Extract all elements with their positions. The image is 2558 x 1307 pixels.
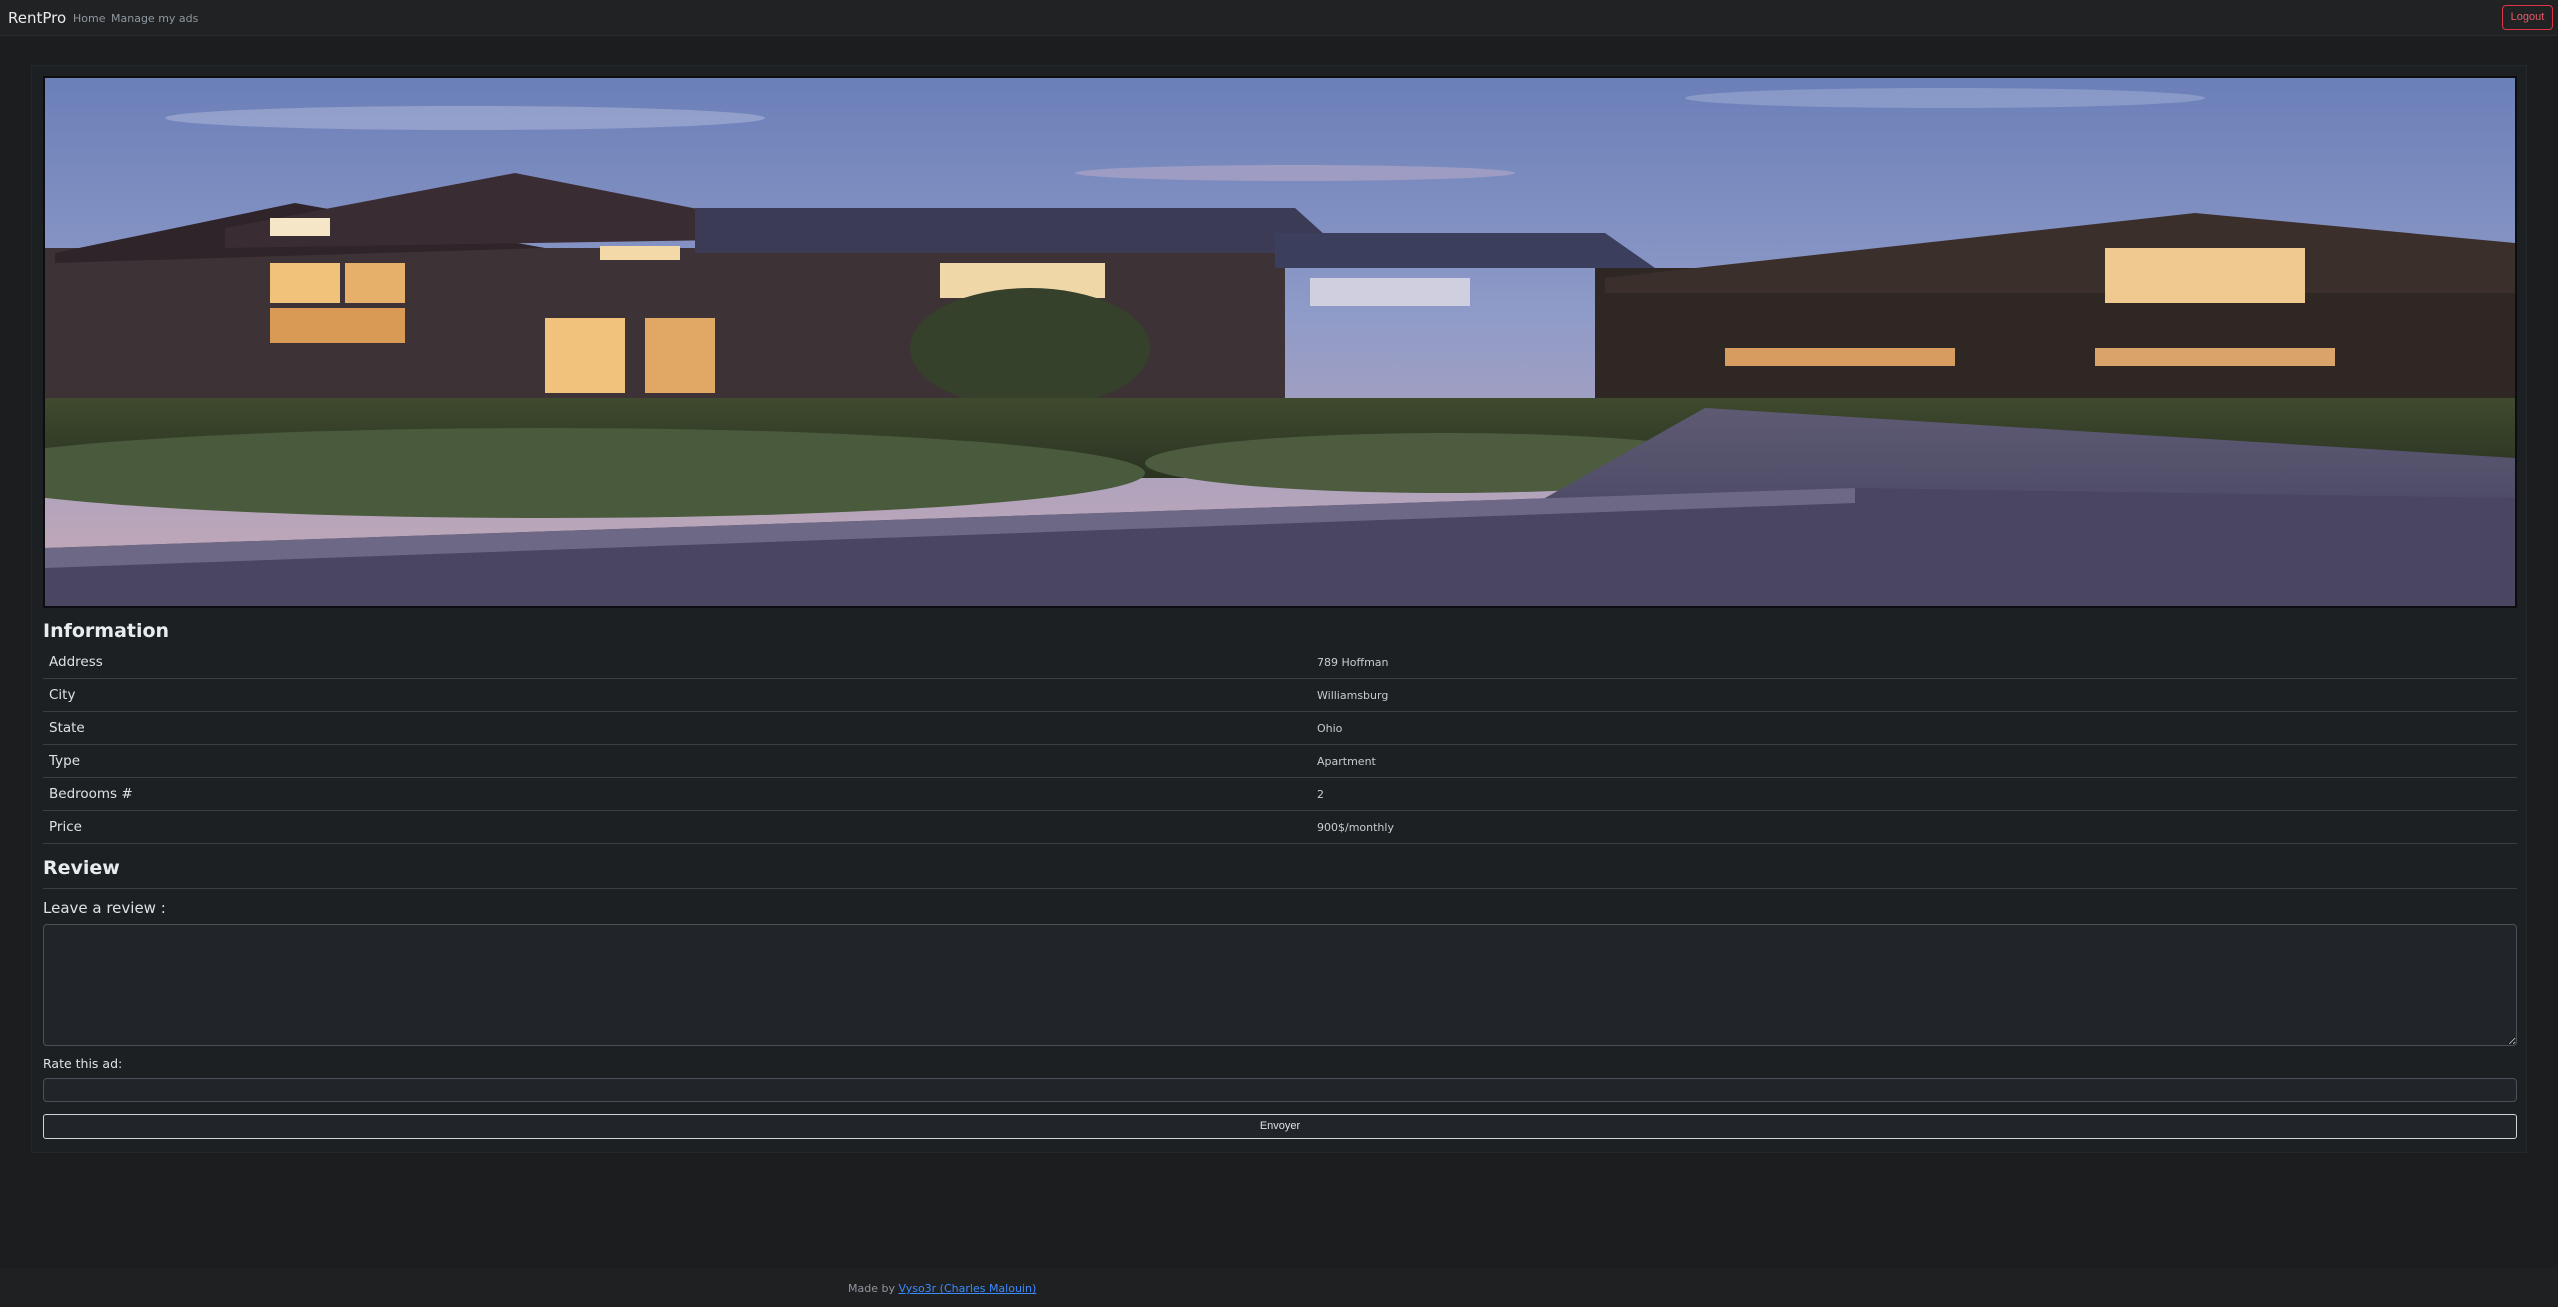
property-image: [43, 76, 2517, 608]
info-label: State: [49, 720, 85, 736]
info-label: Address: [49, 654, 103, 670]
info-value: Apartment: [1317, 755, 1376, 768]
info-row-type: Type Apartment: [43, 745, 2517, 778]
info-value: Williamsburg: [1317, 689, 1389, 702]
logout-button[interactable]: Logout: [2502, 5, 2553, 30]
information-heading: Information: [43, 620, 170, 642]
information-table: Address 789 Hoffman City Williamsburg St…: [43, 646, 2517, 844]
info-label: Price: [49, 819, 82, 835]
submit-review-button[interactable]: Envoyer: [43, 1114, 2517, 1139]
info-label: City: [49, 687, 76, 703]
info-label: Bedrooms #: [49, 786, 133, 802]
rate-label: Rate this ad:: [43, 1056, 123, 1071]
review-heading: Review: [43, 857, 120, 879]
footer: Made by Vyso3r (Charles Malouin): [0, 1268, 2558, 1307]
info-row-city: City Williamsburg: [43, 679, 2517, 712]
info-value: Ohio: [1317, 722, 1343, 735]
leave-review-label: Leave a review :: [43, 899, 166, 917]
brand-logo[interactable]: RentPro: [8, 9, 66, 27]
navbar: RentPro Home Manage my ads Logout: [0, 0, 2558, 36]
info-row-address: Address 789 Hoffman: [43, 646, 2517, 679]
footer-text: Made by Vyso3r (Charles Malouin): [848, 1282, 1036, 1295]
info-value: 789 Hoffman: [1317, 656, 1389, 669]
info-row-bedrooms: Bedrooms # 2: [43, 778, 2517, 811]
footer-prefix: Made by: [848, 1282, 899, 1295]
house-illustration: [45, 78, 2515, 606]
review-textarea[interactable]: [43, 924, 2517, 1046]
nav-manage-ads-link[interactable]: Manage my ads: [111, 12, 198, 25]
info-row-price: Price 900$/monthly: [43, 811, 2517, 844]
info-value: 2: [1317, 788, 1324, 801]
rating-input[interactable]: [43, 1078, 2517, 1102]
info-label: Type: [49, 753, 81, 769]
info-row-state: State Ohio: [43, 712, 2517, 745]
nav-home-link[interactable]: Home: [73, 12, 105, 25]
review-divider: [43, 888, 2517, 889]
info-value: 900$/monthly: [1317, 821, 1394, 834]
author-link[interactable]: Vyso3r (Charles Malouin): [898, 1282, 1036, 1295]
